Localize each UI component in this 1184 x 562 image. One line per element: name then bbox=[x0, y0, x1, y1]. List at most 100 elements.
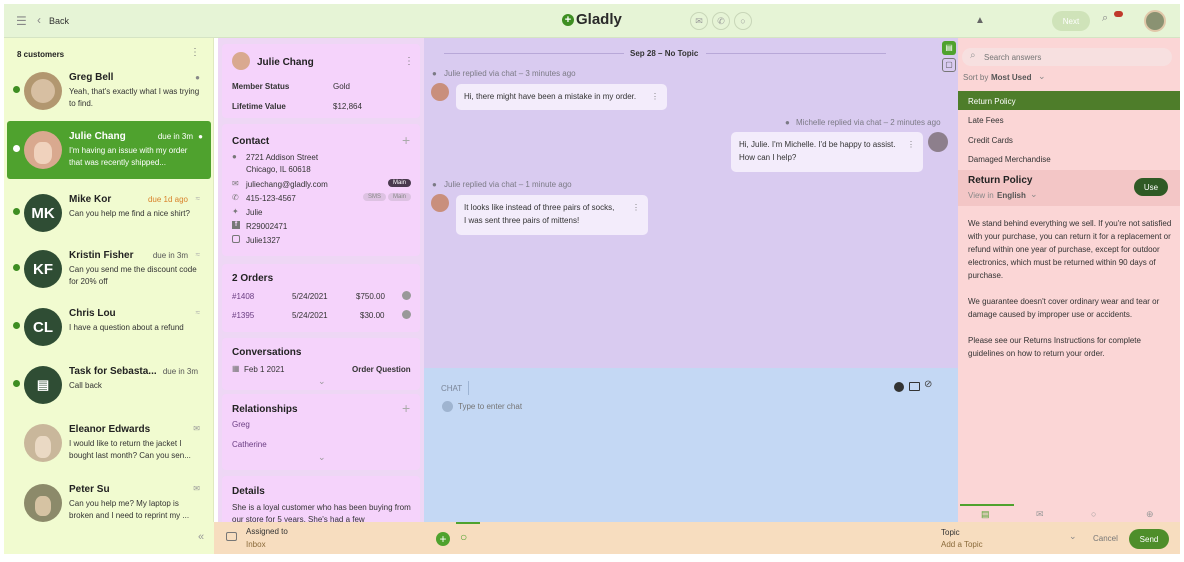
chevron-down-icon[interactable]: ⌄ bbox=[1069, 531, 1077, 542]
chevron-left-icon[interactable]: ‹ bbox=[37, 13, 41, 27]
customer-item-greg-bell[interactable]: Greg Bell ● Yeah, that's exactly what I … bbox=[4, 62, 214, 120]
customer-message: Call back bbox=[69, 381, 102, 390]
add-icon[interactable]: + bbox=[436, 532, 450, 546]
answer-item-return-policy[interactable]: Return Policy bbox=[958, 91, 1180, 110]
chevron-down-icon[interactable]: ⌄ bbox=[318, 376, 326, 387]
michelle-avatar bbox=[928, 132, 948, 152]
phone-value[interactable]: 415-123-4567 bbox=[246, 194, 296, 203]
active-tab-indicator bbox=[960, 504, 1014, 506]
assigned-label: Assigned to bbox=[246, 527, 288, 536]
channel-divider bbox=[468, 381, 469, 395]
answer-detail: Return Policy Use View in English ⌄ We s… bbox=[958, 170, 1180, 522]
emoji-icon[interactable] bbox=[894, 382, 904, 392]
user-avatar[interactable] bbox=[1144, 10, 1166, 32]
answers-tab-icon[interactable]: ▤ bbox=[981, 509, 990, 520]
divider-line bbox=[444, 53, 624, 54]
email-tab-icon[interactable]: ✉ bbox=[1036, 509, 1044, 520]
member-status-label: Member Status bbox=[232, 82, 290, 91]
sort-value[interactable]: Most Used bbox=[991, 73, 1031, 82]
profile-name: Julie Chang bbox=[257, 57, 314, 68]
add-relationship-icon[interactable]: + bbox=[402, 400, 410, 416]
customer-name: Eleanor Edwards bbox=[69, 424, 151, 435]
phone-icon: ✆ bbox=[232, 193, 239, 202]
chat-channel-button[interactable]: ○ bbox=[734, 12, 752, 30]
avatar bbox=[24, 131, 62, 169]
email-value[interactable]: juliechang@gladly.com bbox=[246, 180, 328, 189]
customer-item-kristin-fisher[interactable]: KF Kristin Fisher due in 3m ≈ Can you se… bbox=[4, 240, 214, 298]
add-contact-icon[interactable]: + bbox=[402, 132, 410, 148]
send-button[interactable]: Send bbox=[1129, 529, 1169, 549]
chat-icon: ● bbox=[198, 132, 203, 141]
customer-message-bubble: It looks like instead of three pairs of … bbox=[456, 195, 648, 235]
language-value[interactable]: English bbox=[997, 191, 1026, 200]
phone-channel-button[interactable]: ✆ bbox=[712, 12, 730, 30]
facebook-value: R29002471 bbox=[246, 222, 288, 231]
customer-item-eleanor-edwards[interactable]: Eleanor Edwards ✉ I would like to return… bbox=[4, 414, 214, 472]
avatar: MK bbox=[24, 194, 62, 232]
search-answers-input[interactable] bbox=[984, 50, 1164, 64]
answers-search[interactable]: ⌕ bbox=[962, 48, 1172, 66]
notes-icon bbox=[442, 401, 453, 412]
answer-item-damaged-merchandise[interactable]: Damaged Merchandise bbox=[968, 155, 1051, 164]
use-button[interactable]: Use bbox=[1134, 178, 1168, 196]
back-button[interactable]: Back bbox=[49, 16, 69, 26]
chat-tab-icon[interactable]: ○ bbox=[1091, 509, 1096, 519]
card-icon[interactable] bbox=[909, 382, 920, 391]
customer-item-julie-chang[interactable]: Julie Chang due in 3m ● I'm having an is… bbox=[7, 121, 211, 179]
instagram-icon bbox=[232, 235, 240, 243]
due-label: due 1d ago bbox=[147, 195, 188, 204]
more-options-icon[interactable]: ⋮ bbox=[651, 90, 659, 103]
more-options-icon[interactable]: ⋮ bbox=[404, 56, 414, 67]
more-options-icon[interactable]: ⋮ bbox=[907, 138, 915, 151]
attach-icon[interactable]: ⊘ bbox=[924, 379, 932, 390]
more-options-icon[interactable]: ⋮ bbox=[190, 47, 200, 58]
answer-item-credit-cards[interactable]: Credit Cards bbox=[968, 136, 1013, 145]
search-icon[interactable]: ⌕ bbox=[1102, 12, 1108, 25]
globe-tab-icon[interactable]: ⊕ bbox=[1146, 509, 1154, 520]
clipboard-icon: ▤ bbox=[24, 366, 62, 404]
conversation-date[interactable]: Feb 1 2021 bbox=[244, 365, 284, 374]
order-id[interactable]: #1395 bbox=[232, 311, 254, 320]
menu-icon[interactable]: ☰ bbox=[16, 14, 27, 28]
details-title: Details bbox=[232, 486, 265, 497]
chevron-down-icon[interactable]: ⌄ bbox=[318, 452, 326, 463]
chat-input[interactable] bbox=[458, 398, 918, 414]
cancel-button[interactable]: Cancel bbox=[1093, 534, 1118, 543]
collapse-bar: « bbox=[4, 522, 214, 554]
assigned-value[interactable]: Inbox bbox=[246, 540, 266, 549]
avatar bbox=[24, 424, 62, 462]
chevron-down-icon[interactable]: ⌄ bbox=[1030, 189, 1038, 200]
due-label: due in 3m bbox=[157, 132, 193, 141]
bell-icon[interactable]: ▲ bbox=[975, 15, 985, 26]
relationship-item[interactable]: Catherine bbox=[232, 440, 267, 449]
divider-line bbox=[706, 53, 886, 54]
chevron-down-icon[interactable]: ⌄ bbox=[1038, 71, 1046, 82]
chat-icon[interactable]: ○ bbox=[460, 530, 467, 544]
order-id[interactable]: #1408 bbox=[232, 292, 254, 301]
date-divider: Sep 28 – No Topic bbox=[630, 49, 699, 58]
channel-label: CHAT bbox=[441, 384, 463, 393]
sort-label: Sort by bbox=[963, 73, 989, 82]
add-topic-link[interactable]: Add a Topic bbox=[941, 540, 983, 549]
top-header: ☰ ‹ Back + Gladly ✉ ✆ ○ ▲ Next ⌕ bbox=[4, 4, 1180, 38]
more-options-icon[interactable]: ⋮ bbox=[632, 201, 640, 214]
answer-item-late-fees[interactable]: Late Fees bbox=[968, 116, 1004, 125]
facebook-icon: f bbox=[232, 221, 240, 229]
message-text: I was sent three pairs of mittens! bbox=[464, 216, 580, 225]
customer-item-mike-kor[interactable]: MK Mike Kor due 1d ago ≈ Can you help me… bbox=[4, 184, 214, 242]
clipboard-tab-icon[interactable]: ▢ bbox=[942, 58, 956, 72]
email-icon: ✉ bbox=[193, 424, 200, 433]
customer-profile: Julie Chang ⋮ Member Status Gold Lifetim… bbox=[218, 38, 424, 524]
notes-tab-icon[interactable]: ▤ bbox=[942, 41, 956, 55]
relationship-item[interactable]: Greg bbox=[232, 420, 250, 429]
email-channel-button[interactable]: ✉ bbox=[690, 12, 708, 30]
message-meta: Julie replied via chat – 3 minutes ago bbox=[444, 69, 576, 78]
bottom-bar: Assigned to Inbox + ○ Topic Add a Topic … bbox=[214, 522, 1180, 554]
next-button[interactable]: Next bbox=[1052, 11, 1090, 31]
customer-item-chris-lou[interactable]: CL Chris Lou ≈ I have a question about a… bbox=[4, 298, 214, 356]
online-dot bbox=[13, 380, 20, 387]
customer-item-task[interactable]: ▤ Task for Sebasta... due in 3m Call bac… bbox=[4, 356, 214, 414]
conversations-title: Conversations bbox=[232, 347, 302, 358]
collapse-icon[interactable]: « bbox=[198, 531, 204, 543]
wifi-icon: ≈ bbox=[195, 194, 200, 203]
